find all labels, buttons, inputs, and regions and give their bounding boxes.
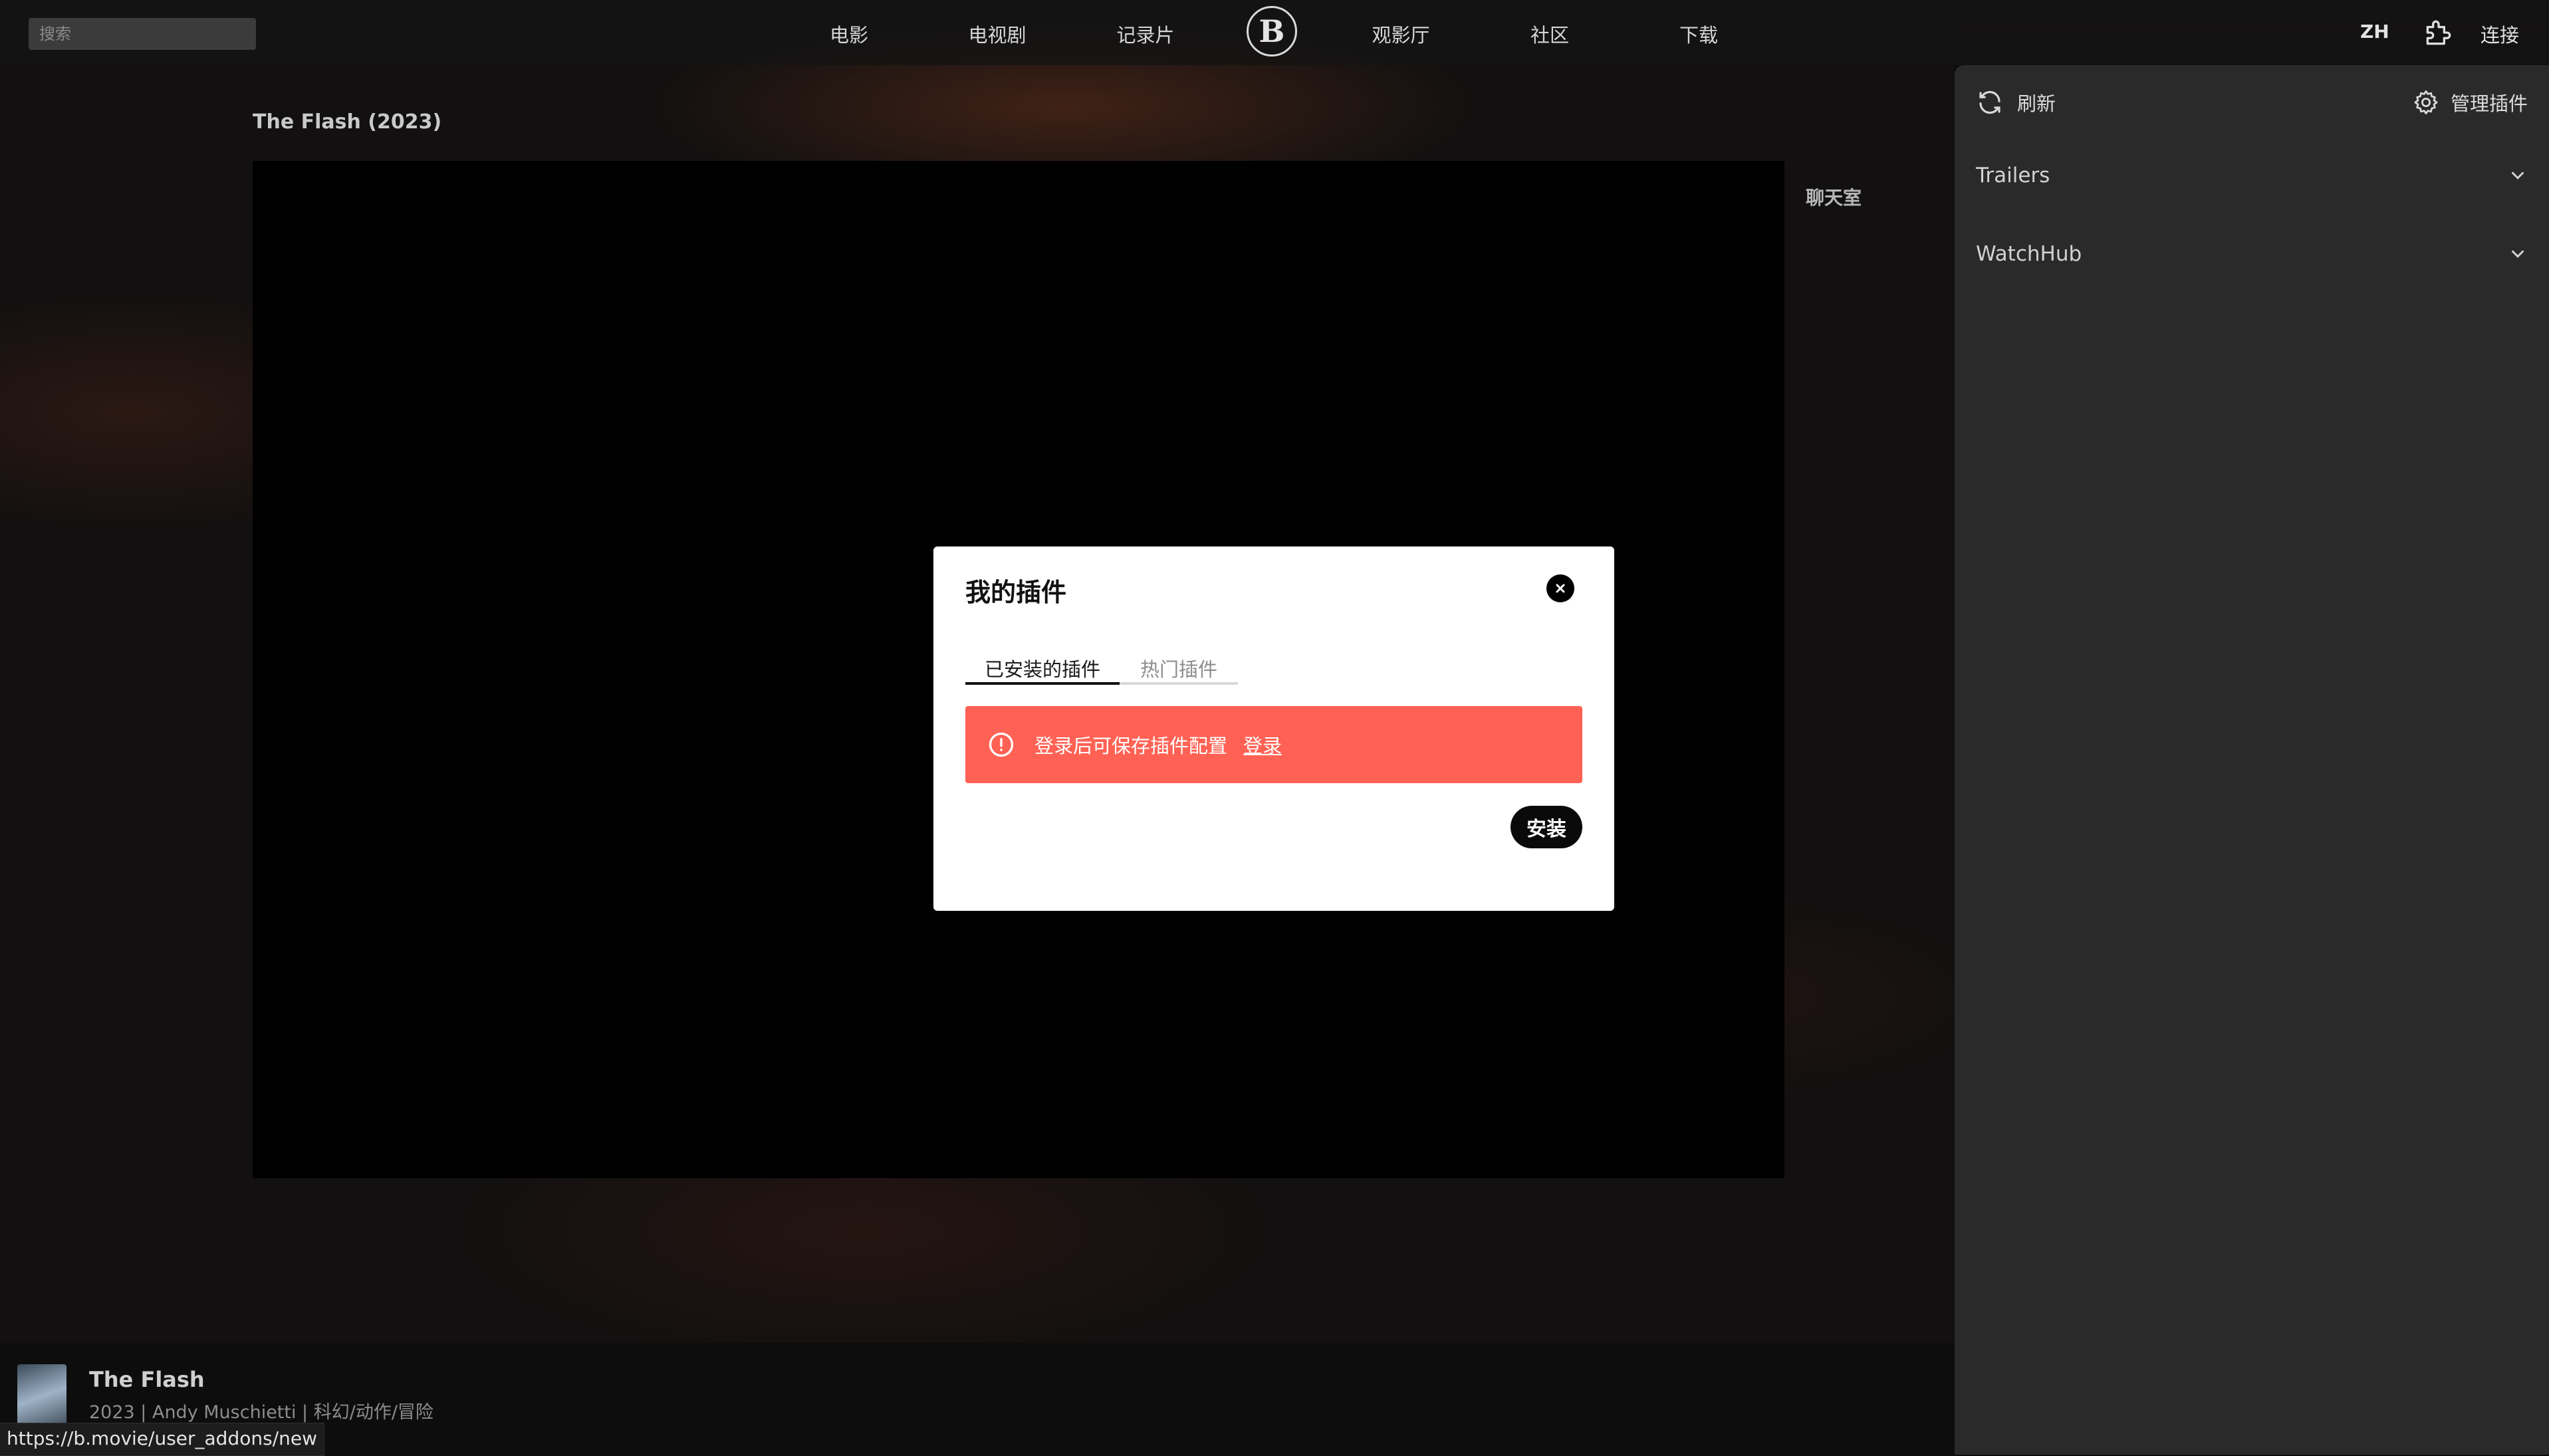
manage-addons-label: 管理插件 [2450, 92, 2528, 115]
chatroom-tab[interactable]: 聊天室 [1806, 183, 1862, 210]
tab-popular-addons[interactable]: 热门插件 [1120, 638, 1238, 685]
refresh-icon [1979, 90, 2001, 114]
now-playing-title: The Flash [89, 1367, 205, 1392]
addon-item-watchhub[interactable]: WatchHub [1976, 234, 2528, 274]
refresh-button[interactable]: 刷新 [1976, 88, 2056, 116]
gear-icon [2414, 90, 2438, 115]
addon-item-label: WatchHub [1976, 242, 2082, 266]
nav-movies[interactable]: 电影 [830, 20, 868, 48]
now-playing-meta: 2023 | Andy Muschietti | 科幻/动作/冒险 [89, 1402, 433, 1423]
chevron-down-icon [2512, 250, 2524, 258]
search-input[interactable] [29, 18, 256, 50]
my-addons-dialog: 我的插件 已安装的插件 热门插件 登录后可保存插件配置 登录 安装 [933, 546, 1614, 911]
status-bar-url: https://b.movie/user_addons/new [0, 1423, 325, 1456]
login-link[interactable]: 登录 [1243, 731, 1282, 759]
close-button[interactable] [1546, 574, 1574, 602]
language-switch[interactable]: ZH [2360, 21, 2389, 43]
page-title: The Flash (2023) [253, 110, 442, 134]
top-navigation-bar: 电影 电视剧 记录片 B 观影厅 社区 下载 ZH 连接 [0, 0, 2549, 65]
alert-message: 登录后可保存插件配置 [1034, 735, 1228, 757]
tab-label: 已安装的插件 [984, 658, 1100, 681]
tab-label: 热门插件 [1140, 658, 1217, 681]
tab-installed-addons[interactable]: 已安装的插件 [965, 638, 1120, 685]
app-logo[interactable]: B [1247, 6, 1297, 57]
nav-theater[interactable]: 观影厅 [1372, 20, 1429, 48]
puzzle-icon[interactable] [2422, 16, 2455, 49]
nav-community[interactable]: 社区 [1530, 20, 1569, 48]
logo-letter: B [1259, 13, 1285, 49]
dialog-title: 我的插件 [965, 578, 1067, 607]
nav-download[interactable]: 下载 [1679, 20, 1718, 48]
install-button[interactable]: 安装 [1511, 806, 1582, 848]
close-icon [1556, 584, 1565, 593]
nav-tv[interactable]: 电视剧 [968, 20, 1026, 48]
addon-item-trailers[interactable]: Trailers [1976, 156, 2528, 195]
nav-documentary[interactable]: 记录片 [1116, 20, 1174, 48]
refresh-label: 刷新 [2017, 92, 2056, 115]
addon-item-label: Trailers [1976, 164, 2050, 187]
alert-circle-icon [989, 732, 1014, 757]
connect-button[interactable]: 连接 [2481, 20, 2519, 48]
manage-addons-button[interactable]: 管理插件 [2412, 88, 2528, 116]
login-alert: 登录后可保存插件配置 登录 [965, 706, 1582, 783]
chevron-down-icon [2512, 172, 2524, 180]
